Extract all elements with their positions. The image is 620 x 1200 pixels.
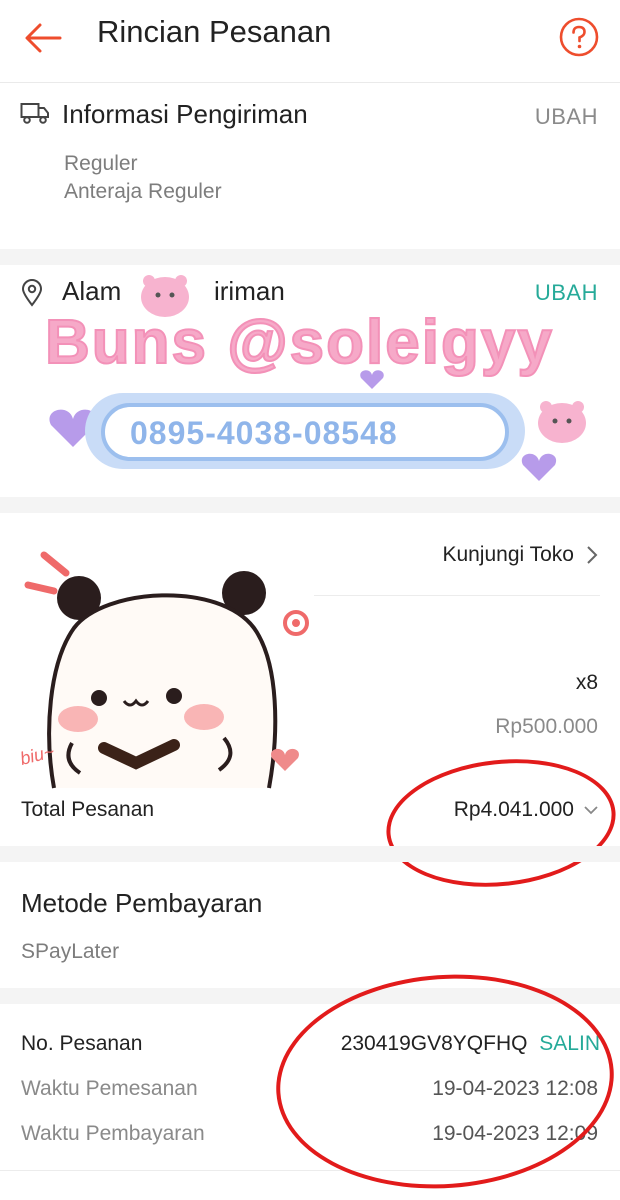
- product-sticker-image: [14, 533, 314, 803]
- shipping-change-button[interactable]: UBAH: [535, 104, 598, 130]
- page-title: Rincian Pesanan: [97, 14, 332, 49]
- order-number-label: No. Pesanan: [21, 1032, 143, 1055]
- back-arrow-icon[interactable]: [22, 16, 66, 60]
- shipping-info-section: Informasi Pengiriman UBAH Reguler Antera…: [0, 83, 620, 249]
- product-quantity: x8: [575, 671, 598, 694]
- help-icon[interactable]: [558, 16, 600, 58]
- payment-time-label: Waktu Pembayaran: [21, 1122, 205, 1145]
- watermark-phone: 0895-4038-08548: [130, 415, 398, 451]
- shipping-courier: Anteraja Reguler: [64, 180, 222, 203]
- payment-method-value: SPayLater: [21, 940, 120, 963]
- app-header: Rincian Pesanan: [0, 0, 620, 83]
- section-divider: [0, 497, 620, 513]
- product-unit-price: Rp500.000: [495, 715, 598, 738]
- order-time-label: Waktu Pemesanan: [21, 1077, 198, 1100]
- section-divider: [0, 846, 620, 862]
- shipping-info-title: Informasi Pengiriman: [62, 99, 308, 129]
- payment-method-section: Metode Pembayaran SPayLater: [0, 862, 620, 988]
- watermark-sticker: Buns @soleigyy 0895-4038-08548: [25, 275, 615, 500]
- section-divider: [0, 249, 620, 265]
- shipping-service: Reguler: [64, 152, 138, 175]
- chevron-right-icon: [587, 546, 598, 564]
- visit-shop-label: Kunjungi Toko: [442, 543, 574, 566]
- watermark-text: Buns @soleigyy: [44, 307, 554, 378]
- truck-icon: [20, 103, 49, 124]
- order-total-label: Total Pesanan: [21, 798, 155, 821]
- divider: [300, 595, 600, 596]
- visit-shop-link[interactable]: Kunjungi Toko: [442, 543, 598, 567]
- payment-method-title: Metode Pembayaran: [21, 888, 263, 918]
